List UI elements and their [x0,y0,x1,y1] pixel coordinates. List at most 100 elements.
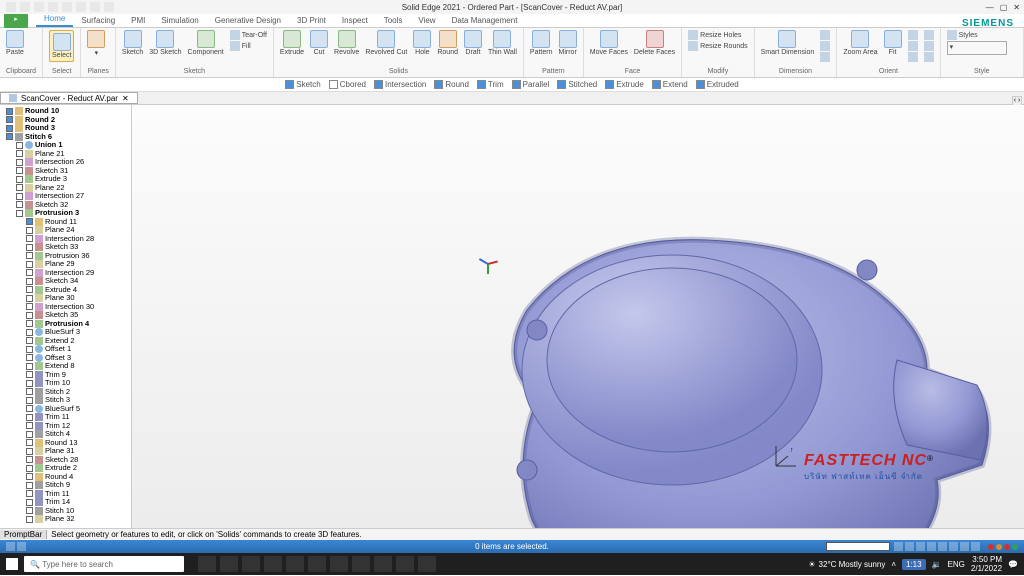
tree-checkbox[interactable] [26,482,33,489]
tree-checkbox[interactable] [26,465,33,472]
status-icon[interactable] [927,542,936,551]
task-view-icon[interactable] [198,556,216,572]
round-button[interactable]: Round [437,30,458,56]
tree-item[interactable]: Union 1 [2,141,129,150]
viewport[interactable]: ↑ FASTTECH NC® บริษัท ฟาสท์เทค เอ็นซี จำ… [132,105,1024,528]
cut-button[interactable]: Cut [310,30,328,56]
tab-simulation[interactable]: Simulation [153,14,206,27]
filter-stitched[interactable]: Stitched [557,80,597,89]
tearoff-button[interactable]: Tear-Off [230,30,267,40]
filter-sketch[interactable]: Sketch [285,80,320,89]
taskbar-app-icon[interactable] [374,556,392,572]
close-icon[interactable]: ✕ [1013,3,1020,12]
doc-close-icon[interactable]: ✕ [122,94,129,103]
qat-icon[interactable] [76,2,86,12]
tree-checkbox[interactable] [26,244,33,251]
tree-checkbox[interactable] [26,295,33,302]
tree-checkbox[interactable] [16,142,23,149]
component-button[interactable]: Component [188,30,224,56]
paste-button[interactable]: Paste [6,30,24,56]
taskbar-app-icon[interactable] [264,556,282,572]
filter-intersection[interactable]: Intersection [374,80,426,89]
tree-checkbox[interactable] [26,320,33,327]
tree-checkbox[interactable] [16,167,23,174]
taskbar-app-icon[interactable] [286,556,304,572]
tree-checkbox[interactable] [26,227,33,234]
tree-item[interactable]: Round 3 [2,124,129,133]
tree-checkbox[interactable] [26,354,33,361]
tab-view[interactable]: View [410,14,443,27]
revolved-cut-button[interactable]: Revolved Cut [365,30,407,56]
tray-notifications-icon[interactable]: 💬 [1008,560,1018,569]
sketch3d-button[interactable]: 3D Sketch [149,30,181,56]
tray-lang[interactable]: ENG [948,560,965,569]
tree-checkbox[interactable] [26,431,33,438]
tab-datamgmt[interactable]: Data Management [444,14,526,27]
tree-checkbox[interactable] [26,499,33,506]
tab-3dprint[interactable]: 3D Print [289,14,334,27]
sketch-button[interactable]: Sketch [122,30,143,56]
tree-checkbox[interactable] [26,261,33,268]
tab-generative[interactable]: Generative Design [207,14,289,27]
status-icon[interactable] [17,542,26,551]
select-button[interactable]: Select [49,30,74,62]
tree-checkbox[interactable] [16,159,23,166]
revolve-button[interactable]: Revolve [334,30,359,56]
tree-item[interactable]: Extrude 3 [2,175,129,184]
tree-checkbox[interactable] [26,380,33,387]
resize-holes-button[interactable]: Resize Holes [688,30,747,40]
taskbar-app-icon[interactable] [352,556,370,572]
fit-button[interactable]: Fit [884,30,902,56]
maximize-icon[interactable]: ▢ [1000,3,1008,12]
qat-undo-icon[interactable] [20,2,30,12]
filter-extrude[interactable]: Extrude [605,80,644,89]
style-select[interactable]: ▾ [947,41,1007,55]
tree-checkbox[interactable] [16,201,23,208]
tree-checkbox[interactable] [26,456,33,463]
qat-icon[interactable] [62,2,72,12]
qat-icon[interactable] [90,2,100,12]
status-icon[interactable] [916,542,925,551]
tree-checkbox[interactable] [6,133,13,140]
tree-checkbox[interactable] [26,371,33,378]
tree-checkbox[interactable] [26,490,33,497]
qat-icon[interactable] [48,2,58,12]
document-tab[interactable]: ScanCover - Reduct AV.par ✕ [0,92,138,104]
tree-checkbox[interactable] [26,329,33,336]
tree-item[interactable]: Plane 32 [2,515,129,524]
taskbar-app-icon[interactable] [418,556,436,572]
filter-round[interactable]: Round [434,80,469,89]
taskbar-app-icon[interactable] [308,556,326,572]
tree-checkbox[interactable] [26,346,33,353]
tree-checkbox[interactable] [26,363,33,370]
taskbar-search[interactable]: 🔍 Type here to search [24,556,184,572]
tree-checkbox[interactable] [26,439,33,446]
extrude-button[interactable]: Extrude [280,30,304,56]
filter-extruded[interactable]: Extruded [696,80,739,89]
status-icon[interactable] [905,542,914,551]
qat-redo-icon[interactable] [34,2,44,12]
tree-checkbox[interactable] [26,388,33,395]
start-button[interactable] [0,558,24,570]
status-icon[interactable] [960,542,969,551]
tree-checkbox[interactable] [26,278,33,285]
tab-inspect[interactable]: Inspect [334,14,376,27]
move-faces-button[interactable]: Move Faces [590,30,628,56]
taskbar-app-icon[interactable] [330,556,348,572]
tree-checkbox[interactable] [26,422,33,429]
filter-extend[interactable]: Extend [652,80,688,89]
tree-checkbox[interactable] [26,414,33,421]
orient-sm2[interactable] [908,41,918,51]
tree-checkbox[interactable] [26,303,33,310]
tray-clock[interactable]: 3:50 PM2/1/2022 [971,555,1002,573]
mirror-button[interactable]: Mirror [559,30,577,56]
smart-dim-button[interactable]: Smart Dimension [761,30,815,56]
orient-sm4[interactable] [924,30,934,40]
status-icon[interactable] [971,542,980,551]
tree-item[interactable]: Round 10 [2,107,129,116]
status-icon[interactable] [949,542,958,551]
tree-checkbox[interactable] [26,507,33,514]
zoom-area-button[interactable]: Zoom Area [843,30,877,56]
filter-trim[interactable]: Trim [477,80,504,89]
tree-checkbox[interactable] [26,516,33,523]
